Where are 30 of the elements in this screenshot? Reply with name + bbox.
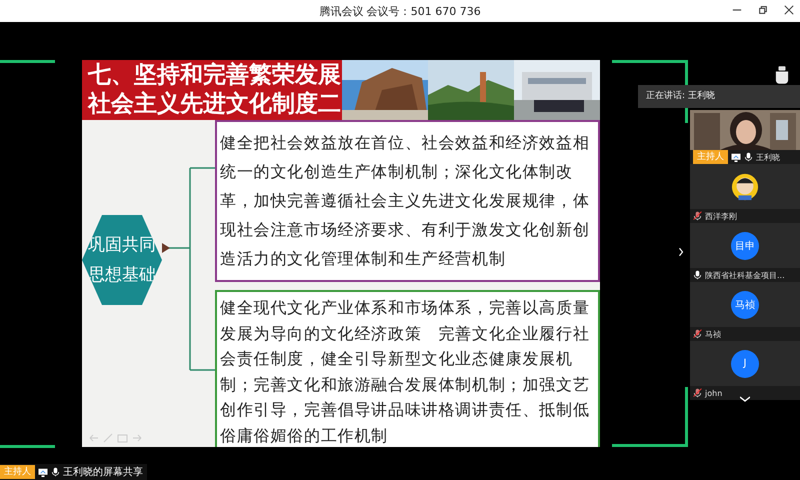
host-badge: 主持人 bbox=[693, 150, 728, 164]
close-icon[interactable] bbox=[784, 5, 794, 15]
restore-icon[interactable] bbox=[758, 5, 768, 15]
participant-name: john bbox=[705, 388, 722, 398]
initials-avatar: 马祯 bbox=[731, 290, 759, 318]
participant-name: 马祯 bbox=[705, 328, 721, 340]
chevron-down-icon[interactable] bbox=[740, 396, 750, 402]
muted-mic-icon[interactable] bbox=[693, 388, 702, 398]
text-box: 健全把社会效益放在首位、社会效益和经济效益相统一的文化创造生产体制机制；深化文化体制改革，加快完善遵循社会主义先进文化发展规律，体现社会注意市场经济要求、有利于激发文化创新创造活力的文化管理体制和生产经营机制 bbox=[215, 120, 600, 282]
frame-corner bbox=[0, 60, 55, 63]
participant-name: 王利晓 bbox=[756, 152, 780, 162]
muted-mic-icon[interactable] bbox=[693, 211, 702, 221]
mic-icon[interactable] bbox=[693, 270, 702, 280]
window-title: 腾讯会议 会议号：501 670 736 bbox=[319, 4, 481, 18]
initials-avatar: J bbox=[731, 350, 759, 378]
muted-mic-icon[interactable] bbox=[693, 329, 702, 339]
slide-title: 七、坚持和完善繁荣发展 社会主义先进文化制度二 bbox=[82, 60, 342, 120]
chevron-right-icon[interactable] bbox=[678, 247, 684, 257]
participant-name: 陕西省社科基金项目... bbox=[705, 270, 785, 280]
share-label: 王利晓的屏幕共享 bbox=[63, 466, 143, 479]
frame-corner bbox=[0, 445, 55, 448]
participant-name: 西洋李刚 bbox=[705, 210, 737, 222]
host-badge: 主持人 bbox=[0, 465, 35, 479]
cup-icon[interactable] bbox=[775, 66, 789, 84]
text-box: 健全现代文化产业体系和市场体系，完善以高质量发展为导向的文化经济政策 完善文化企业履行社会责任制度，健全引导新型文化业态健康发展机制；完善文化和旅游融合发展体制机制；加强文艺创作引导，完善倡导讲品味讲格调讲责任、抵制低俗庸俗媚俗的工作机制 bbox=[215, 290, 600, 447]
cartoon-avatar bbox=[731, 172, 759, 200]
initials-avatar: 目申 bbox=[731, 232, 759, 260]
mic-icon[interactable] bbox=[51, 467, 60, 477]
mic-icon[interactable] bbox=[744, 152, 753, 162]
speaker-banner: 正在讲话: 王利晓 bbox=[638, 85, 800, 108]
